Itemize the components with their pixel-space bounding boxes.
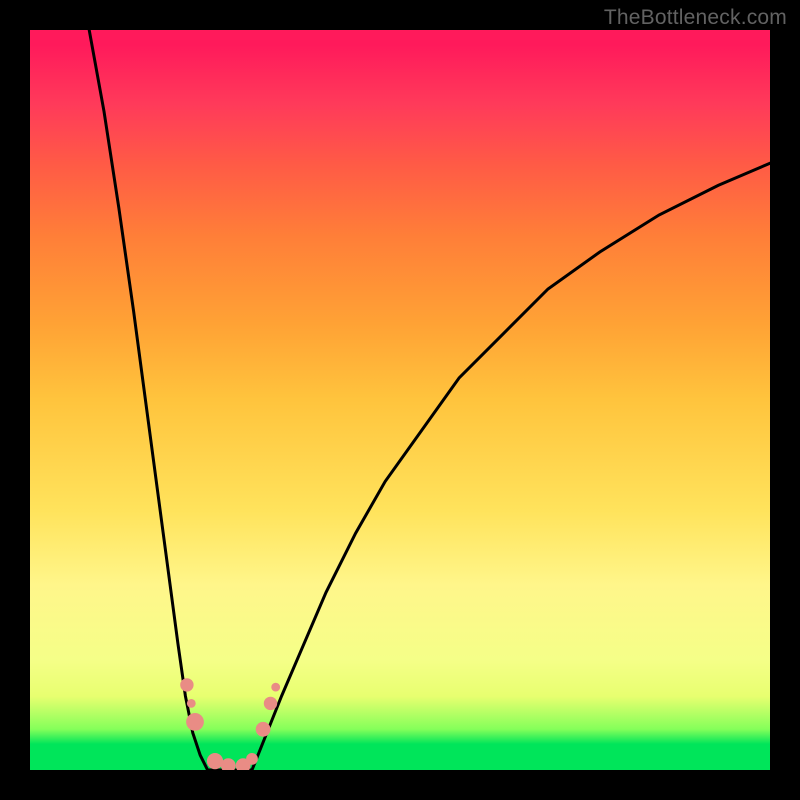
plot-area (30, 30, 770, 770)
dot-left-wall-lower (186, 713, 204, 731)
dot-valley-mid1 (221, 758, 236, 770)
bottleneck-curve (89, 30, 770, 770)
dot-left-wall-upper (180, 678, 193, 691)
frame: TheBottleneck.com (0, 0, 800, 800)
dot-valley-left (207, 753, 223, 769)
watermark-text: TheBottleneck.com (604, 6, 787, 30)
dot-right-wall-tiny (271, 683, 280, 692)
dot-right-wall-lower (256, 722, 271, 737)
curve-svg (30, 30, 770, 770)
dot-valley-right (246, 753, 258, 765)
dot-left-wall-tiny (187, 699, 196, 708)
dot-right-wall-upper (264, 697, 277, 710)
marker-group (180, 678, 280, 770)
